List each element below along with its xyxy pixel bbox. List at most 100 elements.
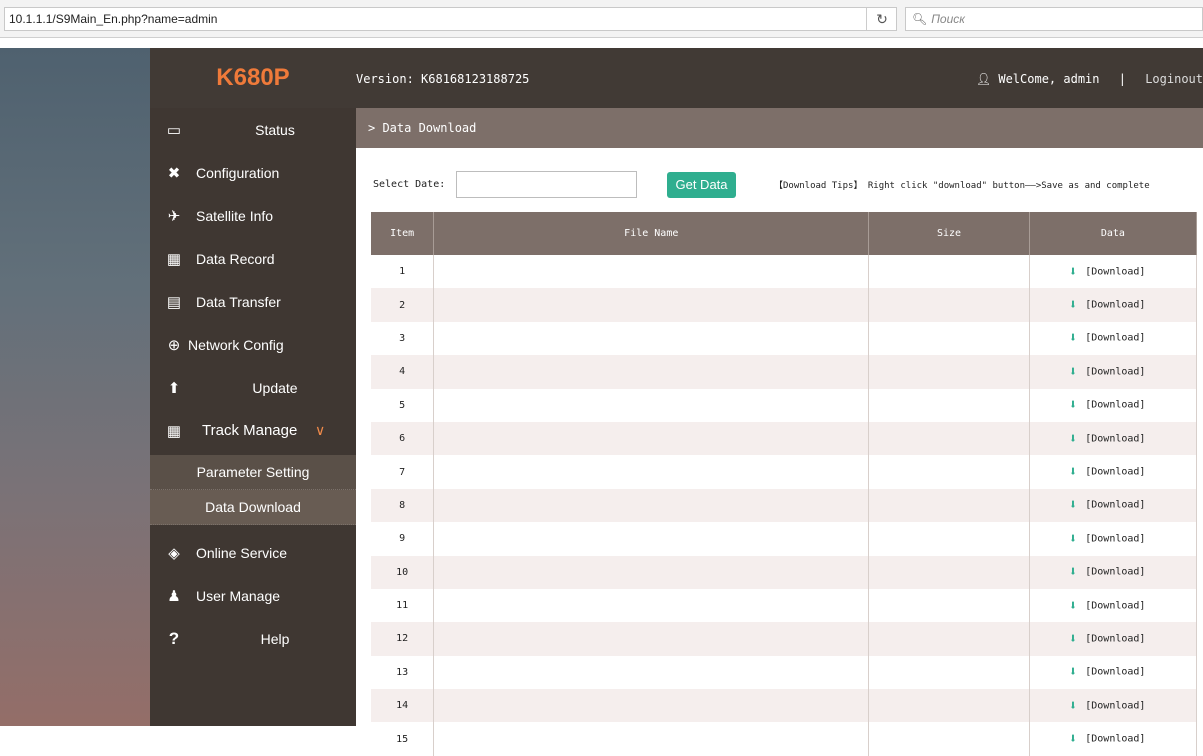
download-link[interactable]: [Download] [1085, 333, 1145, 344]
row-item-number: 6 [371, 421, 435, 456]
download-icon[interactable]: ⬇ [1069, 297, 1077, 313]
download-link[interactable]: [Download] [1085, 567, 1145, 578]
row-file-name [433, 722, 870, 756]
table-row: 12 ⬇ [Download] [371, 622, 1198, 656]
row-item-number: 10 [371, 555, 435, 589]
download-icon[interactable]: ⬇ [1069, 431, 1077, 447]
row-download-cell: ⬇ [Download] [1029, 555, 1198, 589]
date-input[interactable] [456, 171, 637, 198]
sidebar-item-update[interactable]: ⬆ Update [150, 366, 356, 409]
app-header: K680P Version: K68168123188725 👤︎ WelCom… [150, 48, 1203, 108]
table-row: 10 ⬇ [Download] [371, 555, 1198, 589]
row-size [868, 355, 1030, 389]
download-icon[interactable]: ⬇ [1069, 397, 1077, 413]
sidebar-item-satellite-info[interactable]: ✈ Satellite Info [150, 194, 356, 237]
row-size [868, 255, 1030, 289]
download-icon[interactable]: ⬇ [1069, 531, 1077, 547]
row-item-number: 14 [371, 689, 435, 723]
download-link[interactable]: [Download] [1085, 366, 1145, 377]
download-icon[interactable]: ⬇ [1069, 564, 1077, 580]
row-download-cell: ⬇ [Download] [1029, 421, 1198, 456]
sidebar-item-label: Network Config [188, 336, 284, 353]
reload-icon[interactable]: ↻ [866, 8, 897, 30]
chevron-down-icon: ∨ [315, 422, 326, 438]
row-file-name [433, 655, 870, 690]
download-icon[interactable]: ⬇ [1069, 631, 1077, 647]
table-row: 8 ⬇ [Download] [371, 488, 1198, 523]
sidebar-item-track-manage[interactable]: ▦ Track Manage ∨ [150, 409, 356, 452]
row-size [868, 655, 1030, 690]
sidebar-item-label: Configuration [196, 164, 280, 181]
sidebar-item-help[interactable]: ? Help [150, 617, 356, 660]
table-row: 9 ⬇ [Download] [371, 522, 1198, 556]
download-icon[interactable]: ⬇ [1069, 731, 1077, 747]
sidebar-subitem-data-download[interactable]: Data Download [150, 490, 356, 525]
row-download-cell: ⬇ [Download] [1029, 655, 1198, 690]
row-file-name [433, 455, 870, 489]
download-link[interactable]: [Download] [1085, 300, 1145, 311]
row-file-name [433, 288, 870, 322]
select-date-label: Select Date: [373, 179, 446, 190]
network-device-icon: ▤ [166, 293, 182, 311]
address-bar[interactable]: 10.1.1.1/S9Main_En.php?name=admin [4, 7, 897, 31]
sidebar-item-online-service[interactable]: ◈ Online Service [150, 531, 356, 574]
sidebar-item-user-manage[interactable]: ♟ User Manage [150, 574, 356, 617]
download-link[interactable]: [Download] [1085, 266, 1145, 277]
sidebar-item-status[interactable]: ▭ Status [150, 108, 356, 151]
tools-icon: ✖ [167, 164, 181, 182]
download-link[interactable]: [Download] [1085, 533, 1145, 544]
row-size [868, 622, 1030, 656]
download-link[interactable]: [Download] [1085, 667, 1145, 678]
user-group-icon: ♟ [167, 587, 181, 605]
download-icon[interactable]: ⬇ [1069, 264, 1077, 280]
row-size [868, 488, 1030, 523]
download-icon[interactable]: ⬇ [1069, 664, 1077, 680]
download-link[interactable]: [Download] [1085, 700, 1145, 711]
row-item-number: 7 [371, 455, 435, 489]
row-item-number: 4 [371, 355, 435, 389]
logout-link[interactable]: Loginout [1145, 72, 1203, 86]
version-text: Version: K68168123188725 [356, 72, 530, 86]
download-link[interactable]: [Download] [1085, 467, 1145, 478]
row-size [868, 588, 1030, 623]
download-icon[interactable]: ⬇ [1069, 698, 1077, 714]
table-row: 3 ⬇ [Download] [371, 321, 1198, 356]
download-icon[interactable]: ⬇ [1069, 364, 1077, 380]
row-download-cell: ⬇ [Download] [1029, 321, 1198, 356]
main-content: > Data Download Select Date: Get Data 【D… [356, 108, 1203, 756]
download-link[interactable]: [Download] [1085, 500, 1145, 511]
sidebar-item-label: Help [260, 630, 290, 647]
browser-search-input[interactable]: 🔍︎ Поиск [905, 7, 1203, 31]
download-link[interactable]: [Download] [1085, 400, 1145, 411]
search-placeholder: Поиск [931, 12, 965, 26]
get-data-button[interactable]: Get Data [667, 172, 736, 198]
sidebar: ▭ Status ✖ Configuration ✈ Satellite Inf… [150, 108, 356, 726]
row-item-number: 2 [371, 288, 435, 322]
download-icon[interactable]: ⬇ [1069, 497, 1077, 513]
table-row: 7 ⬇ [Download] [371, 455, 1198, 489]
sidebar-item-configuration[interactable]: ✖ Configuration [150, 151, 356, 194]
row-download-cell: ⬇ [Download] [1029, 388, 1198, 422]
row-download-cell: ⬇ [Download] [1029, 689, 1198, 723]
row-download-cell: ⬇ [Download] [1029, 588, 1198, 623]
row-file-name [433, 522, 870, 556]
row-item-number: 1 [371, 255, 435, 289]
calendar-icon: ▦ [166, 250, 182, 268]
row-file-name [433, 689, 870, 723]
row-download-cell: ⬇ [Download] [1029, 622, 1198, 656]
download-link[interactable]: [Download] [1085, 600, 1145, 611]
row-size [868, 421, 1030, 456]
download-icon[interactable]: ⬇ [1069, 464, 1077, 480]
sidebar-item-data-transfer[interactable]: ▤ Data Transfer [150, 280, 356, 323]
download-link[interactable]: [Download] [1085, 433, 1145, 444]
sidebar-item-label: Update [252, 379, 298, 396]
download-link[interactable]: [Download] [1085, 734, 1145, 745]
sidebar-item-data-record[interactable]: ▦ Data Record [150, 237, 356, 280]
download-icon[interactable]: ⬇ [1069, 330, 1077, 346]
sidebar-subitem-parameter-setting[interactable]: Parameter Setting [150, 455, 356, 490]
satellite-icon: ✈ [167, 207, 181, 225]
sidebar-item-network-config[interactable]: ⊕ Network Config [150, 323, 356, 366]
download-link[interactable]: [Download] [1085, 633, 1145, 644]
row-file-name [433, 555, 870, 589]
download-icon[interactable]: ⬇ [1069, 598, 1077, 614]
